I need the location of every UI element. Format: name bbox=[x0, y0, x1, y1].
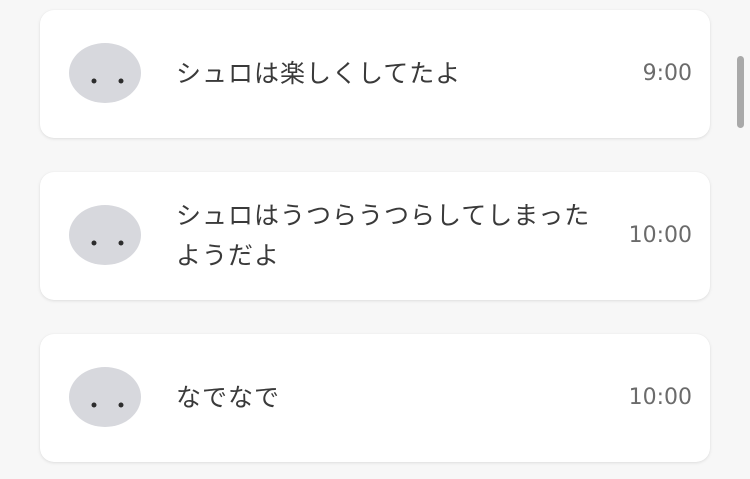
fluffy-creature-avatar-icon bbox=[68, 42, 142, 104]
fluffy-creature-avatar-icon bbox=[68, 204, 142, 266]
message-card[interactable]: なでなで 10:00 bbox=[40, 334, 710, 462]
app-screen: シュロは楽しくしてたよ 9:00 シュロはうつらうつらしてしまったようだよ 10… bbox=[0, 0, 750, 479]
scrollbar-thumb[interactable] bbox=[737, 56, 744, 128]
message-text: シュロは楽しくしてたよ bbox=[176, 59, 462, 88]
fluffy-creature-avatar-icon bbox=[68, 366, 142, 428]
message-time: 10:00 bbox=[628, 385, 692, 410]
message-time: 10:00 bbox=[628, 223, 692, 248]
message-text: シュロはうつらうつらしてしまったようだよ bbox=[176, 201, 591, 270]
message-time: 9:00 bbox=[642, 61, 692, 86]
message-card[interactable]: シュロはうつらうつらしてしまったようだよ 10:00 bbox=[40, 172, 710, 300]
message-text: なでなで bbox=[176, 383, 281, 412]
message-card[interactable]: シュロは楽しくしてたよ 9:00 bbox=[40, 10, 710, 138]
